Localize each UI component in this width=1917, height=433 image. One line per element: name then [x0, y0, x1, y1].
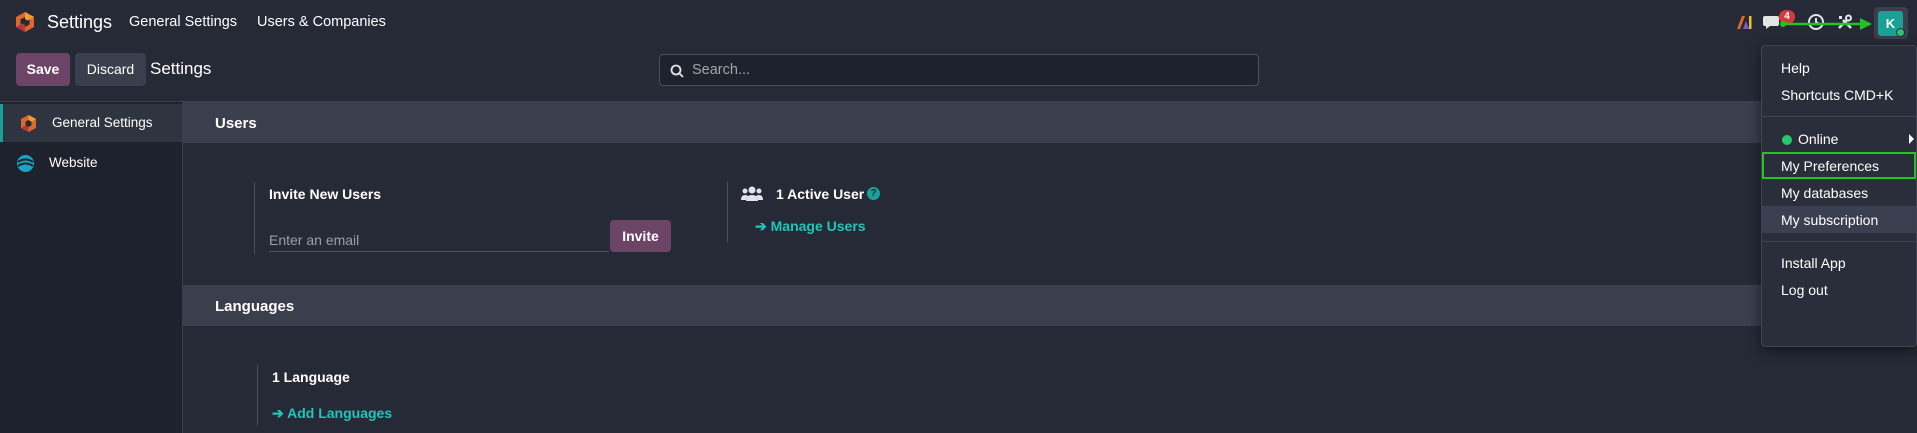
menu-general-settings[interactable]: General Settings — [129, 14, 237, 30]
manage-users-label: Manage Users — [770, 218, 866, 234]
section-header-languages: Languages — [183, 285, 1917, 326]
menu-item-my-databases[interactable]: My databases — [1762, 179, 1916, 206]
control-panel: Save Discard Settings — [0, 44, 1917, 102]
add-languages-link[interactable]: ➔ Add Languages — [272, 405, 392, 422]
menu-users-companies[interactable]: Users & Companies — [257, 14, 386, 30]
manage-users-link[interactable]: ➔ Manage Users — [755, 218, 866, 235]
section-title: Users — [215, 115, 257, 132]
website-icon — [17, 155, 34, 172]
active-user-count: 1 Active User — [776, 186, 865, 202]
odoo-logo-icon[interactable] — [14, 11, 36, 33]
search-bar[interactable] — [659, 54, 1259, 86]
invite-title: Invite New Users — [269, 186, 382, 202]
menu-item-label: My subscription — [1781, 212, 1879, 228]
user-menu-toggle[interactable]: K — [1874, 7, 1908, 39]
settings-sidebar: General Settings Website — [0, 102, 183, 433]
invite-users-setting: Invite New Users Invite — [254, 182, 674, 254]
add-languages-label: Add Languages — [287, 405, 393, 421]
email-field[interactable] — [269, 228, 609, 252]
sidebar-item-website[interactable]: Website — [0, 144, 182, 182]
online-status-icon — [1896, 28, 1905, 37]
sidebar-item-general-settings[interactable]: General Settings — [0, 104, 182, 142]
help-icon[interactable]: ? — [867, 187, 880, 200]
language-count: 1 Language — [272, 369, 350, 385]
sidebar-item-label: Website — [49, 155, 98, 170]
user-menu-dropdown: Help Shortcuts CMD+K Online My Preferenc… — [1761, 45, 1917, 347]
languages-setting: 1 Language ➔ Add Languages — [257, 365, 557, 425]
menu-item-label: My databases — [1781, 185, 1869, 201]
breadcrumb: Settings — [150, 59, 212, 78]
sidebar-item-label: General Settings — [52, 115, 153, 130]
odoo-logo-icon — [21, 115, 36, 132]
menu-item-label: Log out — [1781, 282, 1828, 298]
menu-item-label: Shortcuts CMD+K — [1781, 87, 1894, 103]
invite-button[interactable]: Invite — [610, 220, 671, 252]
active-users-setting: 1 Active User ? ➔ Manage Users — [727, 182, 1027, 242]
search-icon — [670, 64, 684, 78]
menu-item-label: My Preferences — [1781, 158, 1880, 174]
save-button[interactable]: Save — [16, 53, 70, 86]
menu-item-my-subscription[interactable]: My subscription — [1762, 206, 1916, 233]
app-title[interactable]: Settings — [47, 12, 112, 33]
search-input[interactable] — [692, 55, 1252, 85]
discard-button[interactable]: Discard — [75, 53, 146, 86]
menu-item-label: Help — [1781, 60, 1810, 76]
chevron-right-icon — [1909, 134, 1914, 144]
menu-item-label: Install App — [1781, 255, 1846, 271]
menu-item-label: Online — [1798, 131, 1839, 147]
menu-item-shortcuts[interactable]: Shortcuts CMD+K — [1762, 81, 1916, 108]
menu-item-log-out[interactable]: Log out — [1762, 276, 1916, 303]
top-navbar: Settings General Settings Users & Compan… — [0, 0, 1917, 44]
online-status-icon — [1782, 135, 1792, 145]
menu-item-install-app[interactable]: Install App — [1762, 249, 1916, 276]
section-header-users: Users — [183, 102, 1917, 143]
annotation-arrow-icon — [1780, 18, 1872, 30]
menu-divider — [1762, 116, 1916, 117]
users-icon — [741, 186, 763, 201]
menu-item-my-preferences[interactable]: My Preferences — [1762, 152, 1916, 179]
menu-item-online[interactable]: Online — [1762, 125, 1916, 152]
menu-divider — [1762, 241, 1916, 242]
menu-item-help[interactable]: Help — [1762, 54, 1916, 81]
section-title: Languages — [215, 298, 295, 315]
ai-icon[interactable] — [1735, 13, 1753, 31]
